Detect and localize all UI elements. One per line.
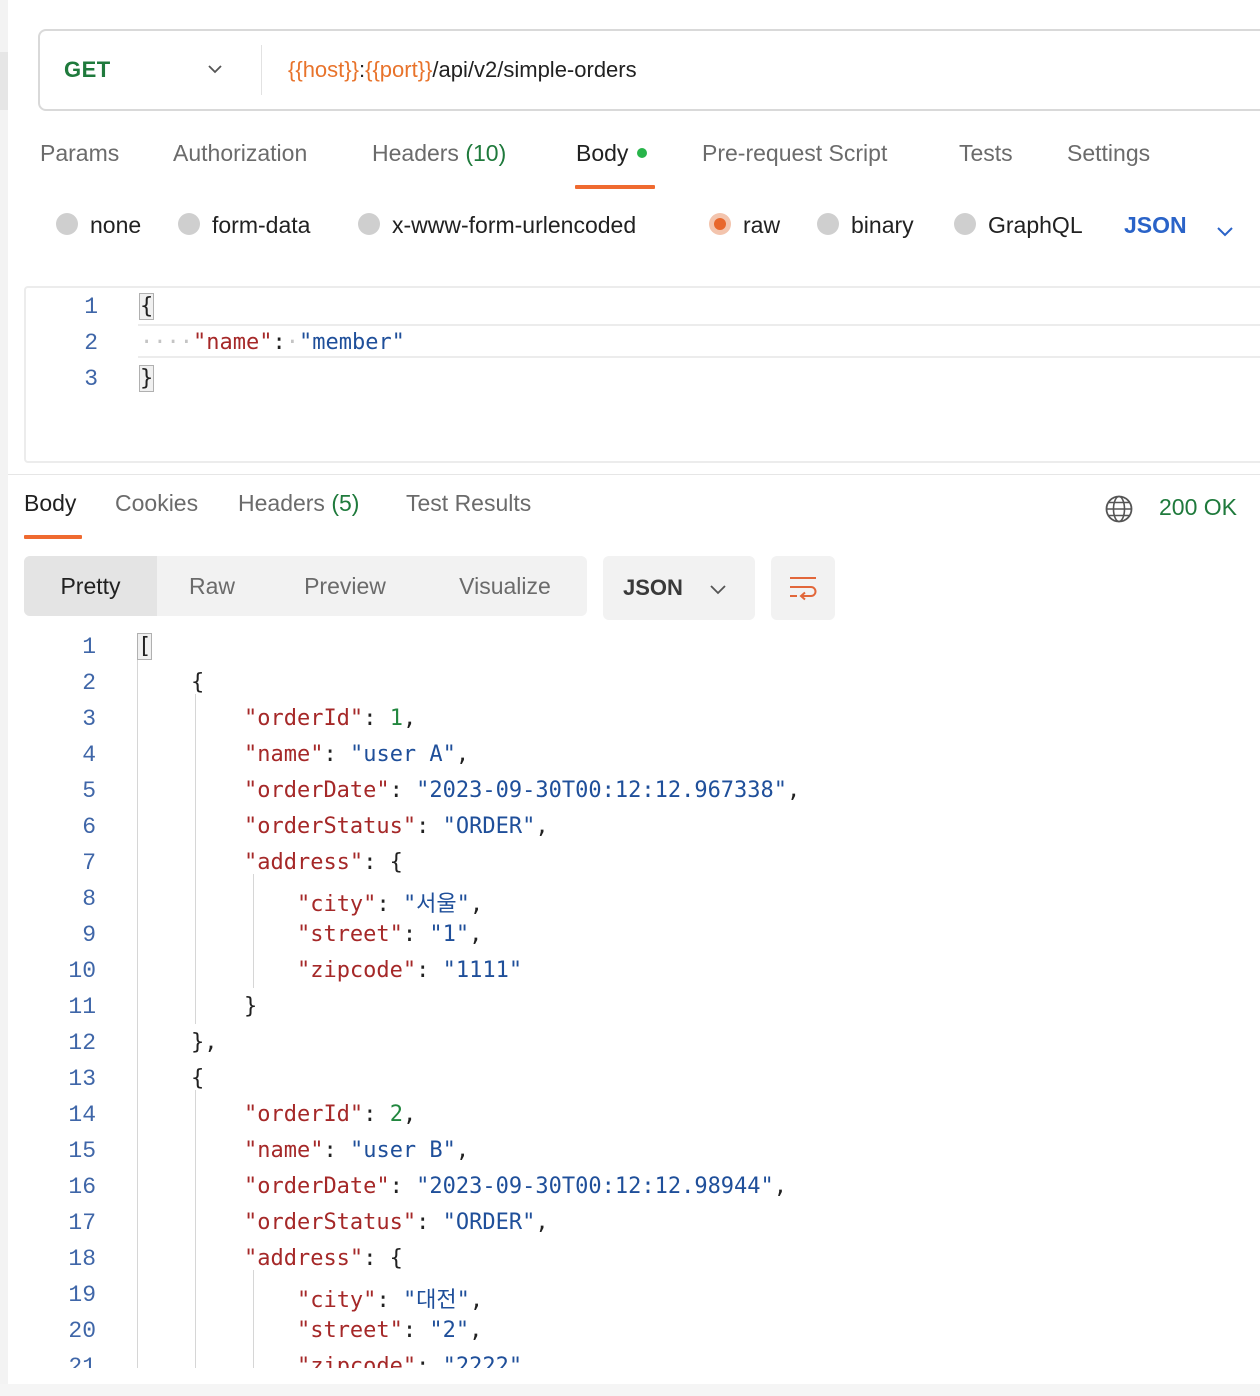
code-line: "city": "대전", [296,1288,484,1313]
code-line: "address": { [243,1246,403,1271]
code-line: "orderDate": "2023-09-30T00:12:12.967338… [243,778,801,803]
line-number: 12 [68,1030,96,1056]
line-number: 8 [82,886,96,912]
code-line: }, [138,1030,218,1055]
code-line: "orderDate": "2023-09-30T00:12:12.98944"… [243,1174,788,1199]
line-number: 21 [68,1354,96,1368]
code-line: "street": "2", [296,1318,483,1343]
code-line: "address": { [243,850,403,875]
line-number: 6 [82,814,96,840]
code-line: "name": "user B", [243,1138,470,1163]
line-number: 13 [68,1066,96,1092]
line-number: 2 [82,670,96,696]
line-number: 5 [82,778,96,804]
line-number: 19 [68,1282,96,1308]
line-number: 10 [68,958,96,984]
code-line: [ [136,633,153,660]
code-line: "orderStatus": "ORDER", [243,1210,549,1235]
code-line: "zipcode": "2222" [296,1354,523,1368]
line-number: 14 [68,1102,96,1128]
code-line: { [138,670,205,695]
code-line: } [138,994,258,1019]
bottom-edge [0,1384,1260,1396]
line-number: 17 [68,1210,96,1236]
code-line: "street": "1", [296,922,483,947]
code-line: "name": "user A", [243,742,470,767]
response-code-lines: 1 2 3 4 5 6 7 8 9 10 11 12 13 14 15 16 17 18 19 20 21[ { "or… [0,0,1260,1368]
line-number: 20 [68,1318,96,1344]
code-line: { [138,1066,205,1091]
line-number: 1 [82,634,96,660]
line-number: 18 [68,1246,96,1272]
code-line: "zipcode": "1111" [296,958,523,983]
line-number: 9 [82,922,96,948]
code-line: "orderId": 1, [243,706,417,731]
line-number: 3 [82,706,96,732]
code-line: "orderStatus": "ORDER", [243,814,549,839]
line-number: 16 [68,1174,96,1200]
line-number: 11 [68,994,96,1020]
line-number: 7 [82,850,96,876]
line-number: 15 [68,1138,96,1164]
code-line: "city": "서울", [296,892,484,917]
line-number: 4 [82,742,96,768]
code-line: "orderId": 2, [243,1102,417,1127]
